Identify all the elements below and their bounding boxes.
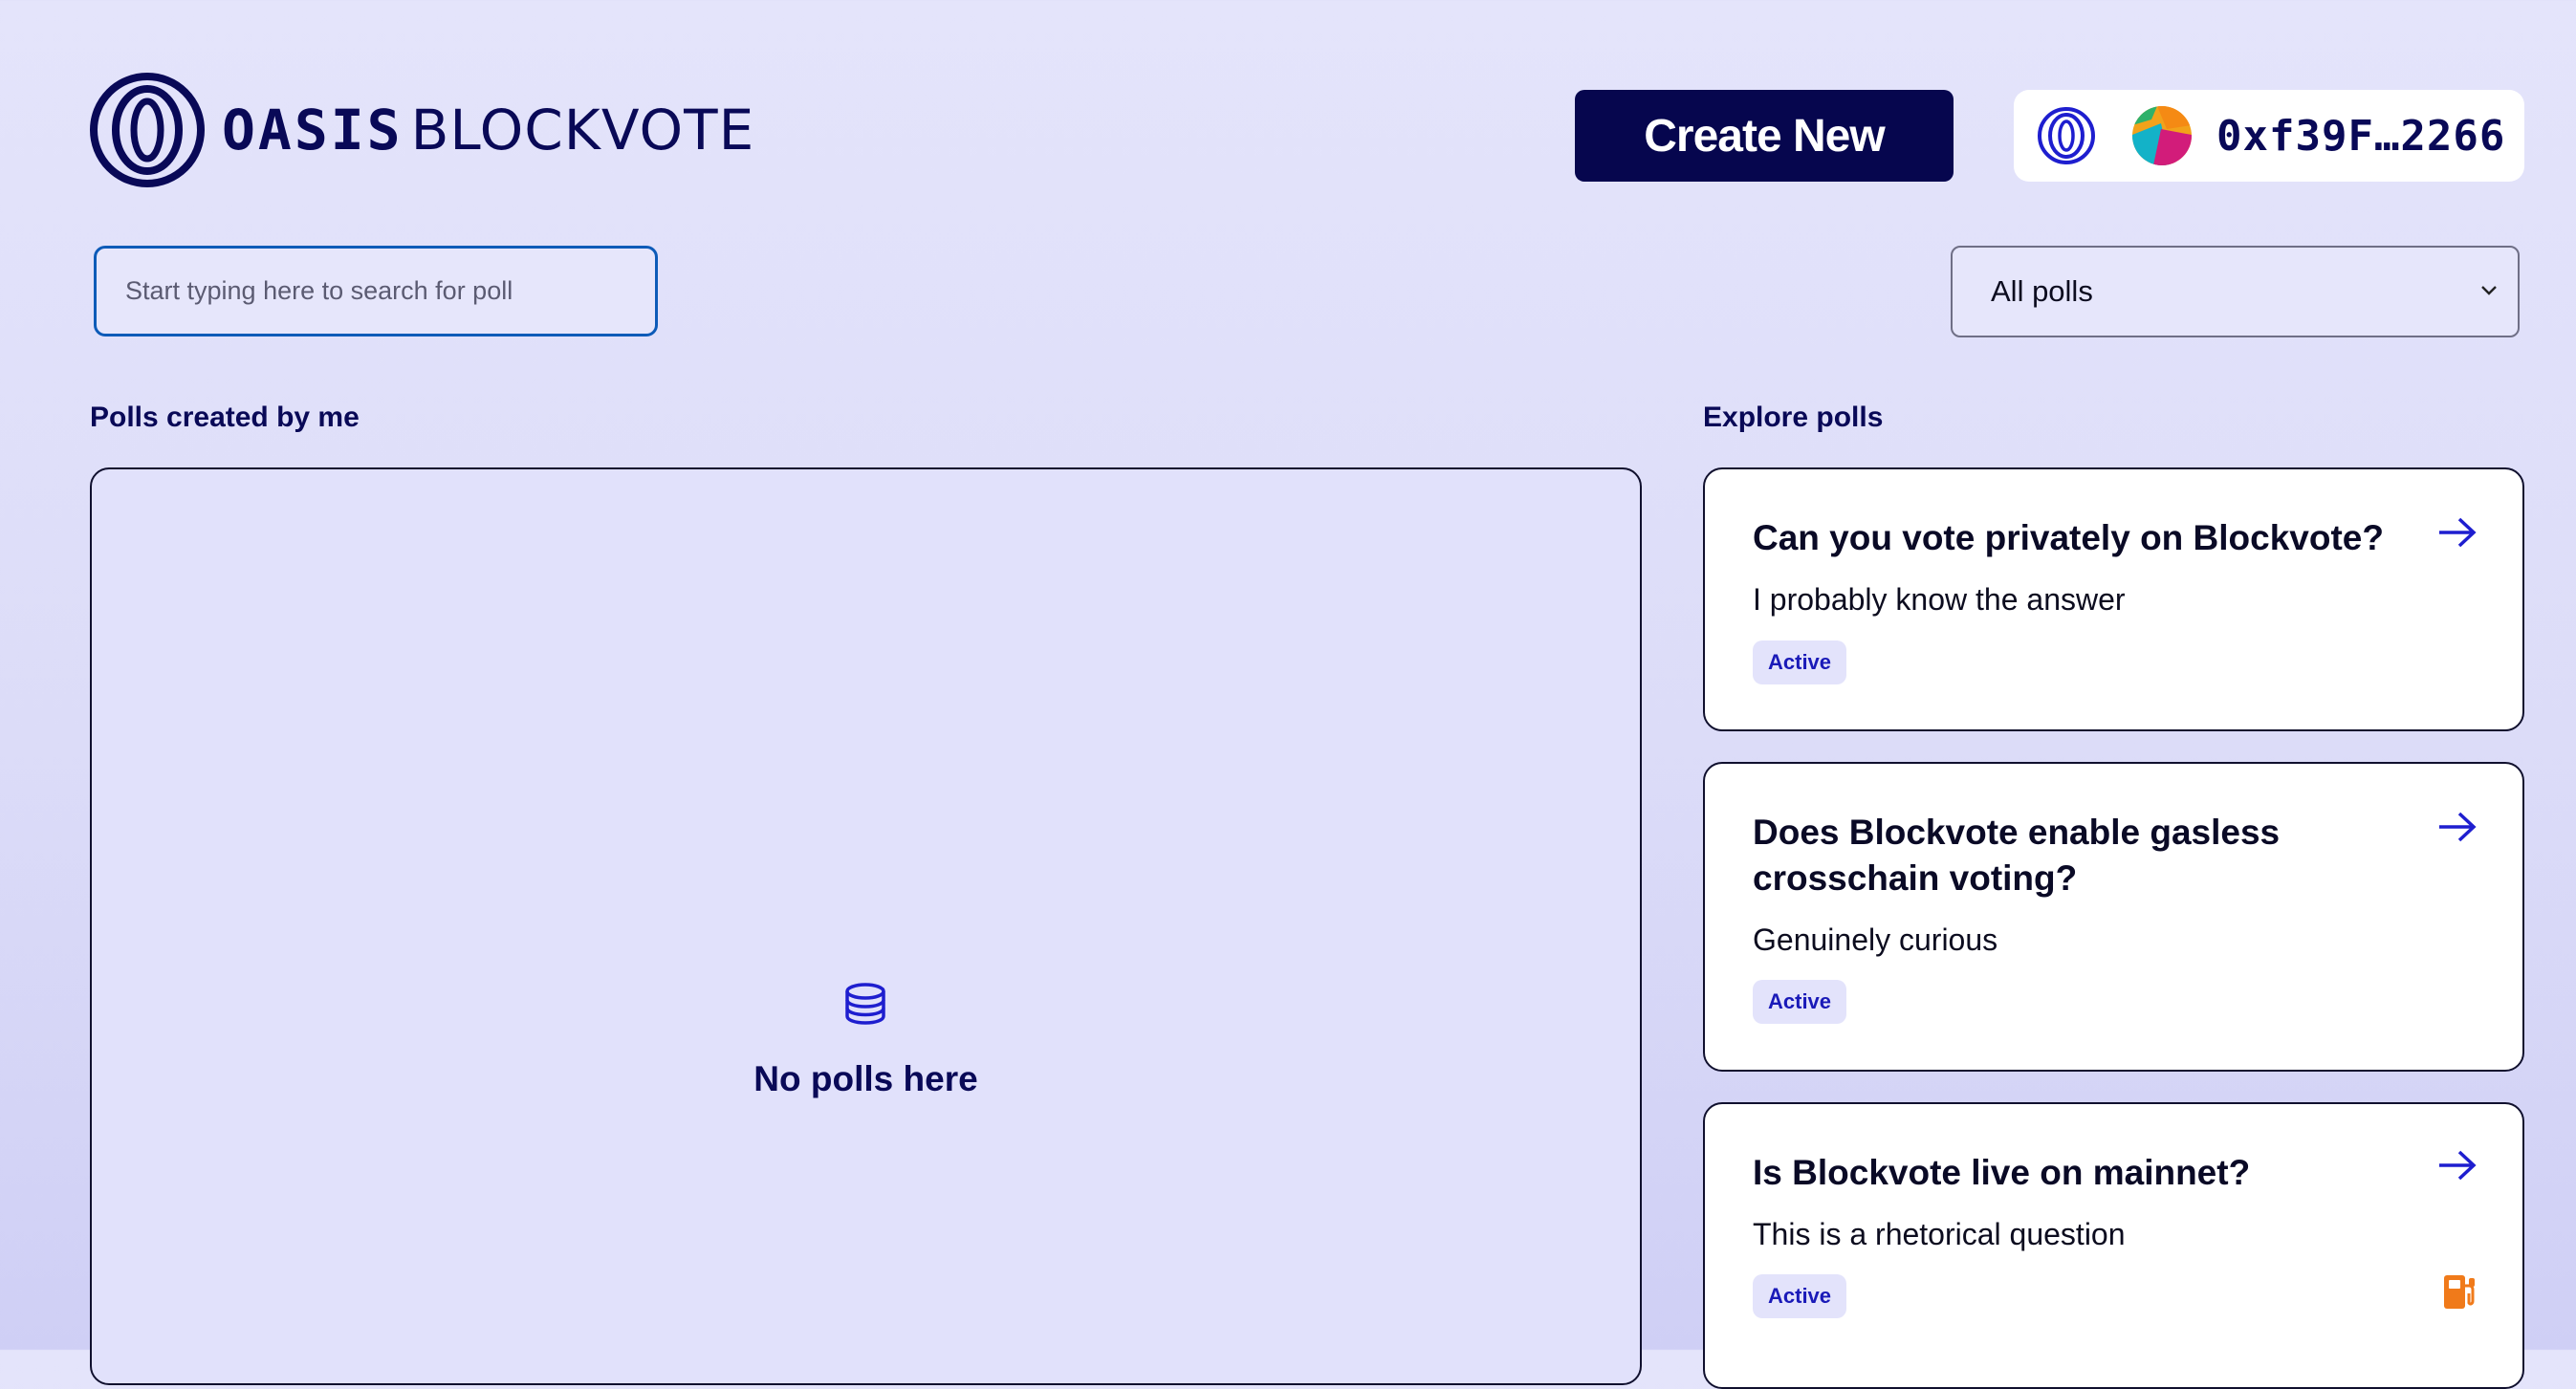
poll-title: Can you vote privately on Blockvote? <box>1753 518 2384 557</box>
poll-filter-value: All polls <box>1991 274 2093 308</box>
poll-description: Genuinely curious <box>1753 922 1998 957</box>
status-badge: Active <box>1753 640 1847 684</box>
search-input[interactable] <box>94 246 658 336</box>
poll-description: This is a rhetorical question <box>1753 1217 2126 1251</box>
wallet-account-button[interactable]: 0xf39F…2266 <box>2014 90 2524 182</box>
brand-oasis: OASIS <box>222 98 404 163</box>
empty-state-text: No polls here <box>753 1059 978 1098</box>
chevron-down-icon <box>2481 286 2497 295</box>
poll-card[interactable]: Does Blockvote enable gasless crosschain… <box>1703 762 2524 1072</box>
oasis-network-icon <box>2038 107 2095 164</box>
wallet-address: 0xf39F…2266 <box>2216 111 2506 161</box>
poll-card[interactable]: Is Blockvote live on mainnet? This is a … <box>1703 1102 2524 1389</box>
brand-blockvote: BLOCKVOTE <box>410 98 755 163</box>
status-badge: Active <box>1753 1274 1847 1318</box>
database-icon <box>845 983 885 1025</box>
explore-polls-heading: Explore polls <box>1703 402 1884 433</box>
brand-name: OASIS BLOCKVOTE <box>222 99 754 162</box>
oasis-logo-icon <box>90 73 205 187</box>
arrow-right-icon[interactable] <box>2436 810 2478 844</box>
create-new-button[interactable]: Create New <box>1575 90 1954 182</box>
poll-title: Is Blockvote live on mainnet? <box>1753 1153 2251 1192</box>
gas-pump-icon <box>2444 1275 2475 1309</box>
poll-description: I probably know the answer <box>1753 582 2126 617</box>
jazzicon-avatar <box>2132 106 2192 165</box>
my-polls-heading: Polls created by me <box>90 402 360 433</box>
status-badge: Active <box>1753 980 1847 1024</box>
poll-filter-select[interactable]: All polls <box>1951 246 2520 337</box>
arrow-right-icon[interactable] <box>2436 515 2478 550</box>
arrow-right-icon[interactable] <box>2436 1148 2478 1183</box>
poll-title: Does Blockvote enable gasless crosschain… <box>1753 813 2281 898</box>
poll-card[interactable]: Can you vote privately on Blockvote? I p… <box>1703 467 2524 731</box>
my-polls-panel <box>90 467 1642 1385</box>
